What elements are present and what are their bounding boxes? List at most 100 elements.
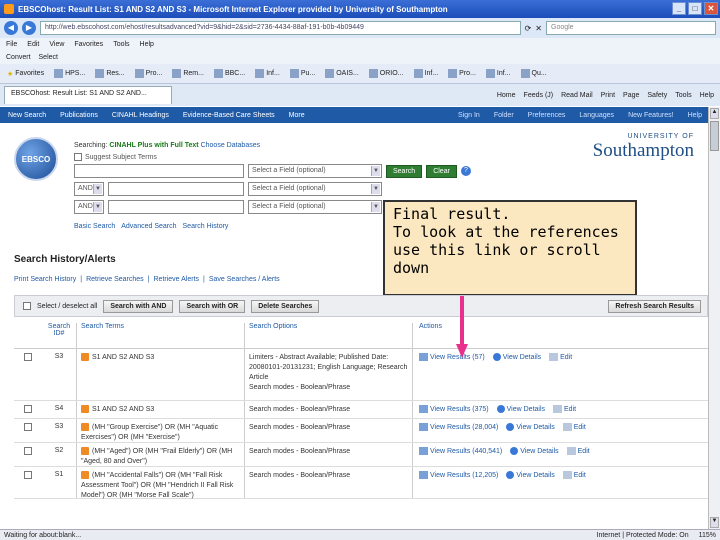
view-results-link[interactable]: View Results (57)	[419, 353, 485, 361]
nav-languages[interactable]: Languages	[579, 112, 614, 119]
favorite-link[interactable]: Inf...	[252, 68, 283, 79]
retrieve-searches-link[interactable]: Retrieve Searches	[86, 276, 144, 283]
retrieve-alerts-link[interactable]: Retrieve Alerts	[154, 276, 200, 283]
browser-search-input[interactable]: Google	[546, 21, 716, 35]
view-results-link[interactable]: View Results (28,004)	[419, 423, 498, 431]
nav-folder[interactable]: Folder	[494, 112, 514, 119]
command-help[interactable]: Help	[700, 92, 714, 99]
delete-searches-button[interactable]: Delete Searches	[251, 299, 320, 313]
help-icon[interactable]: ?	[460, 166, 471, 176]
minimize-button[interactable]: _	[672, 2, 686, 15]
bool-select-3[interactable]: AND ▼	[74, 200, 104, 214]
favorite-link[interactable]: OAIS...	[322, 68, 362, 79]
rss-icon[interactable]	[81, 447, 89, 456]
search-with-or-button[interactable]: Search with OR	[179, 299, 246, 313]
view-details-link[interactable]: View Details	[492, 353, 541, 361]
favorite-link[interactable]: Qu...	[518, 68, 550, 79]
search-input-3[interactable]	[108, 200, 244, 214]
basic-search-link[interactable]: Basic Search	[74, 223, 115, 230]
menu-item-file[interactable]: File	[6, 41, 17, 48]
command-home[interactable]: Home	[497, 92, 516, 99]
url-field[interactable]: http://web.ebscohost.com/ehost/resultsad…	[40, 21, 521, 35]
search-input-2[interactable]	[108, 182, 244, 196]
view-details-link[interactable]: View Details	[496, 405, 545, 413]
forward-icon[interactable]: ▶	[22, 21, 36, 35]
nav-preferences[interactable]: Preferences	[528, 112, 566, 119]
nav-cinahl-headings[interactable]: CINAHL Headings	[112, 112, 169, 119]
favorite-link[interactable]: ORIO...	[366, 68, 407, 79]
search-with-and-button[interactable]: Search with AND	[103, 299, 174, 313]
refresh-results-button[interactable]: Refresh Search Results	[608, 299, 701, 313]
favorite-link[interactable]: Inf...	[411, 68, 442, 79]
row-checkbox[interactable]	[24, 353, 32, 361]
edit-link[interactable]: Edit	[553, 405, 576, 413]
row-checkbox[interactable]	[24, 471, 32, 479]
nav-help[interactable]: Help	[688, 112, 702, 119]
scroll-down-icon[interactable]: ▼	[710, 517, 719, 528]
view-details-link[interactable]: View Details	[506, 423, 555, 431]
edit-link[interactable]: Edit	[562, 471, 586, 479]
menu-item-help[interactable]: Help	[140, 41, 154, 48]
search-input-1[interactable]	[74, 164, 244, 178]
nav-new-features-[interactable]: New Features!	[628, 112, 674, 119]
select-button[interactable]: Select	[39, 54, 58, 61]
menu-item-view[interactable]: View	[49, 41, 64, 48]
favorite-link[interactable]: BBC...	[211, 68, 248, 79]
stop-icon[interactable]: ✕	[535, 24, 542, 33]
back-icon[interactable]: ◀	[4, 21, 18, 35]
refresh-icon[interactable]: ⟳	[525, 24, 532, 33]
field-select-2[interactable]: Select a Field (optional) ▼	[248, 182, 382, 196]
page-scrollbar[interactable]: ▲ ▼	[708, 107, 720, 529]
command-safety[interactable]: Safety	[647, 92, 667, 99]
favorite-link[interactable]: Res...	[92, 68, 127, 79]
menu-item-edit[interactable]: Edit	[27, 41, 39, 48]
col-search-id[interactable]: Search ID#	[42, 323, 76, 348]
edit-link[interactable]: Edit	[566, 447, 590, 455]
favorite-link[interactable]: Rem...	[169, 68, 207, 79]
favorite-link[interactable]: HPS...	[51, 68, 88, 79]
close-button[interactable]: ✕	[704, 2, 718, 15]
search-button[interactable]: Search	[386, 164, 423, 178]
menu-item-favorites[interactable]: Favorites	[74, 41, 103, 48]
menu-item-tools[interactable]: Tools	[113, 41, 129, 48]
command-feeds-j-[interactable]: Feeds (J)	[524, 92, 554, 99]
command-page[interactable]: Page	[623, 92, 639, 99]
nav-new-search[interactable]: New Search	[8, 112, 46, 119]
favorites-button[interactable]: ★ Favorites	[4, 69, 47, 79]
choose-databases-link[interactable]: Choose Databases	[201, 142, 261, 149]
nav-publications[interactable]: Publications	[60, 112, 98, 119]
scroll-up-icon[interactable]: ▲	[710, 108, 719, 119]
suggest-checkbox[interactable]	[74, 153, 82, 161]
field-select-1[interactable]: Select a Field (optional) ▼	[248, 164, 382, 178]
command-print[interactable]: Print	[601, 92, 615, 99]
convert-button[interactable]: Convert	[6, 54, 31, 61]
view-results-link[interactable]: View Results (440,541)	[419, 447, 502, 455]
view-results-link[interactable]: View Results (12,205)	[419, 471, 498, 479]
advanced-search-link[interactable]: Advanced Search	[121, 223, 176, 230]
save-searches-link[interactable]: Save Searches / Alerts	[209, 276, 280, 283]
select-all-checkbox[interactable]	[23, 302, 31, 310]
favorite-link[interactable]: Pro...	[445, 68, 479, 79]
edit-link[interactable]: Edit	[562, 423, 586, 431]
favorite-link[interactable]: Inf...	[483, 68, 514, 79]
row-checkbox[interactable]	[24, 405, 32, 413]
scrollbar-thumb[interactable]	[710, 121, 719, 151]
row-checkbox[interactable]	[24, 447, 32, 455]
rss-icon[interactable]	[81, 353, 89, 362]
rss-icon[interactable]	[81, 405, 89, 414]
ebsco-logo[interactable]: EBSCO	[14, 137, 58, 181]
clear-button[interactable]: Clear	[426, 164, 457, 178]
command-read-mail[interactable]: Read Mail	[561, 92, 593, 99]
command-tools[interactable]: Tools	[675, 92, 691, 99]
nav-more[interactable]: More	[289, 112, 305, 119]
nav-evidence-based-care-sheets[interactable]: Evidence-Based Care Sheets	[183, 112, 275, 119]
edit-link[interactable]: Edit	[549, 353, 572, 361]
tab-ebscohost[interactable]: EBSCOhost: Result List: S1 AND S2 AND...	[4, 86, 172, 104]
rss-icon[interactable]	[81, 471, 89, 480]
favorite-link[interactable]: Pu...	[287, 68, 318, 79]
zoom-level[interactable]: 115%	[699, 532, 716, 539]
field-select-3[interactable]: Select a Field (optional) ▼	[248, 200, 382, 214]
view-results-link[interactable]: View Results (375)	[419, 405, 489, 413]
nav-sign-in[interactable]: Sign In	[458, 112, 480, 119]
view-details-link[interactable]: View Details	[510, 447, 559, 455]
